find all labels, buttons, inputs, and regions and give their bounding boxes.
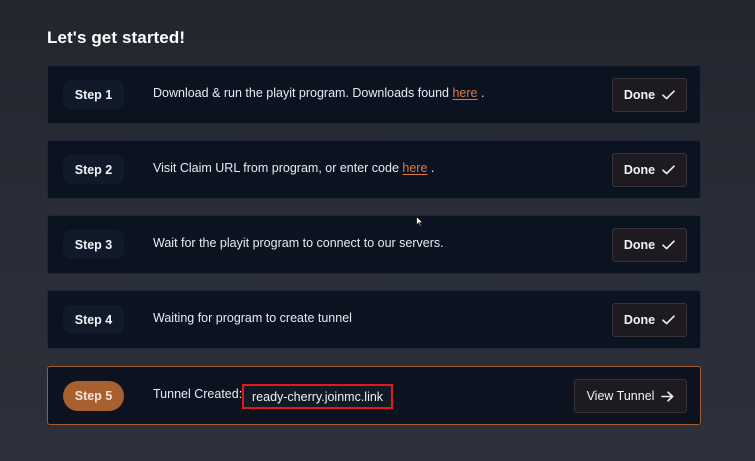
check-icon [662,90,675,100]
done-button[interactable]: Done [612,228,687,262]
check-icon [662,315,675,325]
step-text: Visit Claim URL from program, or enter c… [153,161,403,175]
done-button-label: Done [623,163,656,177]
step-description: Visit Claim URL from program, or enter c… [153,161,434,175]
step-description: Download & run the playit program. Downl… [153,86,484,100]
tunnel-address[interactable]: ready-cherry.joinmc.link [242,384,394,409]
done-button-label: Done [623,313,656,327]
step-description: Wait for the playit program to connect t… [153,236,444,250]
done-button[interactable]: Done [612,153,687,187]
view-tunnel-button[interactable]: View Tunnel [574,379,687,413]
done-button[interactable]: Done [612,303,687,337]
step-badge: Step 3 [63,230,124,259]
step-badge: Step 2 [63,155,124,184]
check-icon [662,240,675,250]
claim-code-link[interactable]: here [402,161,427,175]
step-badge: Step 4 [63,305,124,334]
step-badge: Step 1 [63,80,124,109]
view-tunnel-button-label: View Tunnel [586,389,655,403]
step-description: Waiting for program to create tunnel [153,311,352,325]
step-text-end: . [477,86,485,100]
done-button[interactable]: Done [612,78,687,112]
step-row-3: Step 3 Wait for the playit program to co… [47,215,701,274]
tunnel-address-text: ready-cherry.joinmc.link [252,389,384,404]
check-icon [662,165,675,175]
step-row-4: Step 4 Waiting for program to create tun… [47,290,701,349]
step-text: Download & run the playit program. Downl… [153,86,453,100]
page-heading: Let's get started! [47,28,186,47]
done-button-label: Done [623,88,656,102]
step-description: Tunnel Created: [153,387,243,401]
step-row-5: Step 5 Tunnel Created: ready-cherry.join… [47,366,701,425]
arrow-right-icon [661,390,674,402]
step-text-end: . [427,161,435,175]
step-row-2: Step 2 Visit Claim URL from program, or … [47,140,701,199]
mouse-cursor-icon [416,214,424,232]
downloads-link[interactable]: here [452,86,477,100]
step-badge-active: Step 5 [63,381,124,411]
done-button-label: Done [623,238,656,252]
step-row-1: Step 1 Download & run the playit program… [47,65,701,124]
